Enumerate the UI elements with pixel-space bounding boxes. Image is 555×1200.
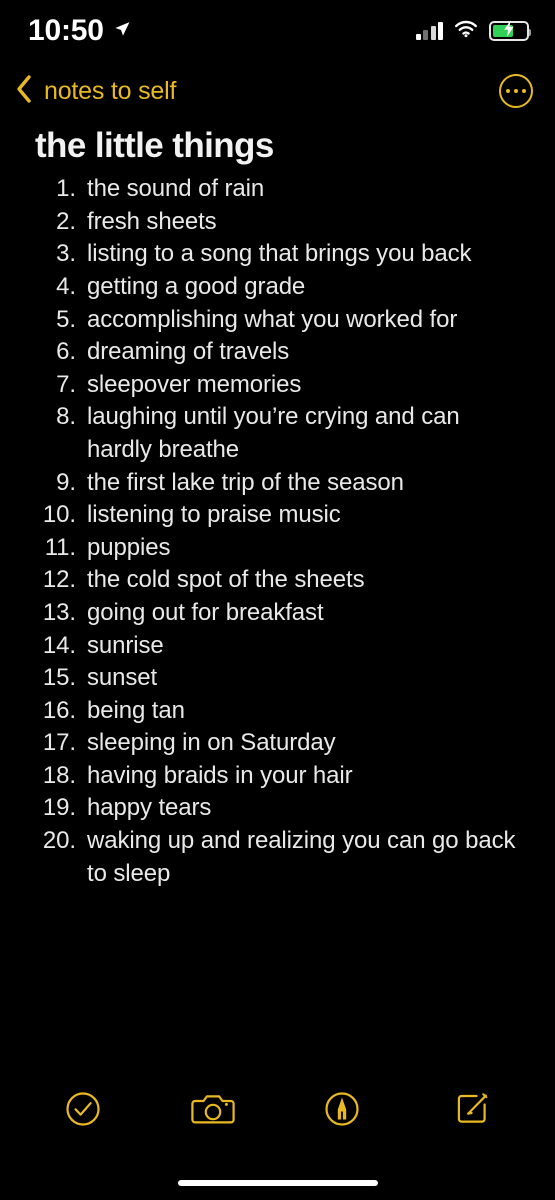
status-bar: 10:50 xyxy=(0,0,555,62)
list-item-text: being tan xyxy=(87,696,185,724)
more-dot xyxy=(521,88,527,94)
list-item-text: waking up and realizing you can go back … xyxy=(87,827,516,887)
list-item-text: accomplishing what you worked for xyxy=(87,305,458,333)
more-dot xyxy=(513,88,519,94)
status-bar-right xyxy=(415,20,531,43)
list-item-text: going out for breakfast xyxy=(87,598,324,626)
list-item-number: 11. xyxy=(44,533,76,561)
list-item-number: 16. xyxy=(42,696,76,724)
list-item-text: dreaming of travels xyxy=(87,338,290,366)
list-item-text: listing to a song that brings you back xyxy=(87,240,472,268)
compose-note-icon[interactable] xyxy=(444,1085,500,1133)
list-item-number: 6. xyxy=(56,338,76,366)
list-item-text: happy tears xyxy=(87,794,212,822)
list-item-text: puppies xyxy=(87,533,171,561)
note-title: the little things xyxy=(35,126,274,165)
list-item[interactable]: 1. the sound of rain xyxy=(35,173,531,206)
list-item[interactable]: 13. going out for breakfast xyxy=(35,597,531,630)
list-item[interactable]: 2. fresh sheets xyxy=(35,206,531,239)
list-item-number: 9. xyxy=(56,468,76,496)
list-item[interactable]: 7. sleepover memories xyxy=(35,369,531,402)
list-item-number: 20. xyxy=(42,827,76,855)
back-button-label: notes to self xyxy=(44,76,177,105)
list-item-text: the first lake trip of the season xyxy=(87,468,404,496)
list-item-number: 15. xyxy=(42,664,76,692)
list-item-number: 13. xyxy=(42,598,76,626)
list-item-number: 4. xyxy=(56,272,76,300)
camera-icon[interactable] xyxy=(185,1085,241,1133)
list-item[interactable]: 6. dreaming of travels xyxy=(35,336,531,369)
list-item-text: fresh sheets xyxy=(87,207,217,235)
list-item[interactable]: 11. puppies xyxy=(35,532,531,565)
list-item[interactable]: 17. sleeping in on Saturday xyxy=(35,727,531,760)
list-item[interactable]: 14. sunrise xyxy=(35,630,531,663)
note-toolbar xyxy=(0,1070,555,1166)
cellular-signal-icon xyxy=(415,22,443,40)
home-indicator-area xyxy=(0,1166,555,1200)
more-ellipsis-circle-icon[interactable] xyxy=(499,74,533,108)
list-item-text: sunset xyxy=(87,664,158,692)
list-item[interactable]: 3. listing to a song that brings you back xyxy=(35,238,531,271)
list-item-number: 19. xyxy=(42,794,76,822)
list-item-number: 10. xyxy=(42,501,76,529)
list-item-number: 8. xyxy=(56,403,76,431)
chevron-left-icon xyxy=(14,74,34,109)
list-item-number: 18. xyxy=(42,761,76,789)
wifi-icon xyxy=(454,20,478,43)
list-item-number: 14. xyxy=(42,631,76,659)
list-item[interactable]: 16. being tan xyxy=(35,695,531,728)
list-item-text: getting a good grade xyxy=(87,272,306,300)
list-item-text: listening to praise music xyxy=(87,501,341,529)
markup-pen-circle-icon[interactable] xyxy=(314,1085,370,1133)
checklist-circle-icon[interactable] xyxy=(55,1085,111,1133)
list-item[interactable]: 5. accomplishing what you worked for xyxy=(35,304,531,337)
list-item-number: 12. xyxy=(42,566,76,594)
list-item-text: sunrise xyxy=(87,631,164,659)
list-item-number: 17. xyxy=(42,729,76,757)
location-arrow-icon xyxy=(113,20,131,43)
list-item[interactable]: 15. sunset xyxy=(35,662,531,695)
status-bar-clock: 10:50 xyxy=(28,14,104,47)
list-item[interactable]: 20. waking up and realizing you can go ba… xyxy=(35,825,531,890)
status-bar-left: 10:50 xyxy=(28,16,131,46)
notes-app-screen: 10:50 notes to self the little things 1.… xyxy=(0,0,555,1200)
list-item[interactable]: 19. happy tears xyxy=(35,792,531,825)
list-item-number: 1. xyxy=(56,175,76,203)
navigation-bar: notes to self xyxy=(0,62,555,120)
list-item[interactable]: 12. the cold spot of the sheets xyxy=(35,564,531,597)
list-item-number: 3. xyxy=(56,240,76,268)
numbered-list: 1. the sound of rain 2. fresh sheets 3. listi… xyxy=(35,173,531,890)
list-item-text: sleeping in on Saturday xyxy=(87,729,336,757)
more-dot xyxy=(505,88,511,94)
list-item[interactable]: 9. the first lake trip of the season xyxy=(35,467,531,500)
list-item-text: the cold spot of the sheets xyxy=(87,566,365,594)
note-content[interactable]: the little things 1. the sound of rain 2. f… xyxy=(0,120,555,1070)
list-item-number: 2. xyxy=(56,207,76,235)
home-indicator-bar[interactable] xyxy=(177,1180,378,1186)
back-button[interactable]: notes to self xyxy=(14,74,176,109)
list-item-text: sleepover memories xyxy=(87,370,302,398)
list-item[interactable]: 8. laughing until you’re crying and can h… xyxy=(35,401,531,466)
list-item-text: the sound of rain xyxy=(87,175,265,203)
battery-charging-icon xyxy=(489,20,531,41)
list-item[interactable]: 10. listening to praise music xyxy=(35,499,531,532)
list-item-text: having braids in your hair xyxy=(87,761,353,789)
list-item-text: laughing until you’re crying and can har… xyxy=(87,403,460,463)
list-item[interactable]: 4. getting a good grade xyxy=(35,271,531,304)
list-item[interactable]: 18. having braids in your hair xyxy=(35,760,531,793)
list-item-number: 7. xyxy=(56,370,76,398)
list-item-number: 5. xyxy=(56,305,76,333)
